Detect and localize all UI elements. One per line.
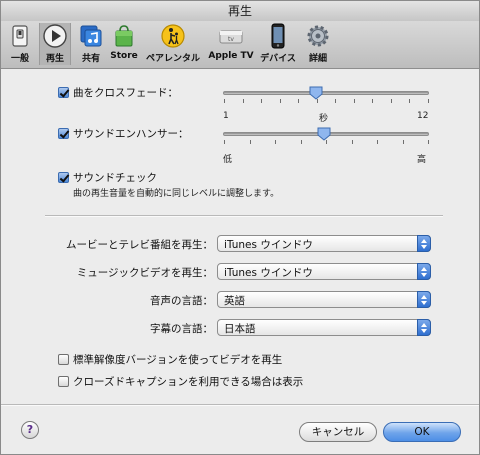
- standard-definition-checkbox[interactable]: [58, 354, 69, 365]
- music-video-value: iTunes ウインドウ: [224, 267, 313, 279]
- store-bag-icon: [115, 25, 133, 47]
- svg-text:tv: tv: [228, 36, 234, 43]
- crossfade-max-label: 12: [417, 111, 429, 121]
- tab-playback[interactable]: 再生: [39, 23, 71, 65]
- audio-language-label: 音声の言語：: [150, 295, 213, 307]
- popup-arrows-icon: [417, 319, 431, 336]
- ok-button[interactable]: OK: [383, 422, 461, 442]
- tab-apple-tv-label: Apple TV: [208, 51, 254, 61]
- popup-arrows-icon: [417, 291, 431, 308]
- device-icon: [271, 23, 285, 49]
- closed-captions-label: クローズドキャプションを利用できる場合は表示: [73, 376, 304, 388]
- tab-general[interactable]: 一般: [5, 23, 35, 65]
- popup-arrows-icon: [417, 263, 431, 280]
- dialog-footer: ? キャンセル OK: [1, 409, 479, 454]
- footer-divider: [1, 404, 479, 406]
- window-title: 再生: [1, 1, 479, 22]
- section-divider: [45, 215, 443, 217]
- gear-icon: [307, 25, 329, 47]
- tab-devices[interactable]: デバイス: [258, 23, 298, 65]
- preferences-toolbar: 一般 再生 共有 Store ペアレンタル tv Apple TV デバイス 詳…: [1, 21, 479, 69]
- sound-check-description: 曲の再生音量を自動的に同じレベルに調整します。: [73, 189, 280, 199]
- crossfade-slider-knob[interactable]: [309, 86, 323, 100]
- movies-tv-value: iTunes ウインドウ: [224, 239, 313, 251]
- sound-enhancer-checkbox[interactable]: [58, 128, 69, 139]
- enhancer-low-label: 低: [223, 155, 233, 165]
- play-icon: [43, 24, 67, 48]
- tab-advanced-label: 詳細: [308, 54, 327, 64]
- music-video-label: ミュージックビデオを再生：: [76, 267, 213, 279]
- crossfade-unit-label: 秒: [319, 114, 329, 124]
- enhancer-high-label: 高: [417, 155, 427, 165]
- tab-sharing-label: 共有: [81, 54, 100, 64]
- preferences-window: 再生 一般 再生 共有 Store ペアレンタル tv Apple TV デバイ…: [0, 0, 480, 455]
- crossfade-label: 曲をクロスフェード：: [73, 87, 178, 99]
- playback-pane: 曲をクロスフェード： 1 秒 12 サウンドエンハンサー： 低 高 サウンドチェ…: [1, 69, 479, 409]
- movies-tv-popup[interactable]: iTunes ウインドウ: [217, 235, 431, 252]
- apple-tv-icon: tv: [219, 30, 243, 44]
- movies-tv-label: ムービーとテレビ番組を再生：: [66, 239, 213, 251]
- parental-icon: [161, 24, 185, 48]
- subtitle-language-value: 日本語: [224, 323, 256, 335]
- tab-store[interactable]: Store: [109, 23, 139, 65]
- popup-arrows-icon: [417, 235, 431, 252]
- standard-definition-label: 標準解像度バージョンを使ってビデオを再生: [73, 354, 283, 366]
- tab-advanced[interactable]: 詳細: [303, 23, 333, 65]
- music-video-popup[interactable]: iTunes ウインドウ: [217, 263, 431, 280]
- tab-store-label: Store: [110, 51, 138, 61]
- tab-sharing[interactable]: 共有: [77, 23, 105, 65]
- audio-language-popup[interactable]: 英語: [217, 291, 431, 308]
- switch-icon: [12, 25, 28, 47]
- cancel-button[interactable]: キャンセル: [299, 422, 377, 442]
- audio-language-value: 英語: [224, 295, 245, 307]
- crossfade-checkbox[interactable]: [58, 87, 69, 98]
- tab-playback-label: 再生: [45, 54, 64, 64]
- sound-enhancer-slider-knob[interactable]: [317, 127, 331, 141]
- closed-captions-checkbox[interactable]: [58, 376, 69, 387]
- sound-enhancer-label: サウンドエンハンサー：: [73, 128, 189, 140]
- subtitle-language-popup[interactable]: 日本語: [217, 319, 431, 336]
- tab-parental[interactable]: ペアレンタル: [141, 23, 205, 65]
- tab-devices-label: デバイス: [260, 54, 296, 64]
- sound-check-label: サウンドチェック: [73, 172, 157, 184]
- tab-parental-label: ペアレンタル: [145, 54, 200, 64]
- crossfade-min-label: 1: [223, 111, 229, 121]
- help-button[interactable]: ?: [21, 421, 39, 439]
- tab-general-label: 一般: [10, 54, 29, 64]
- music-share-icon: [80, 25, 102, 47]
- tab-apple-tv[interactable]: tv Apple TV: [208, 23, 254, 65]
- sound-check-checkbox[interactable]: [58, 172, 69, 183]
- subtitle-language-label: 字幕の言語：: [150, 323, 213, 335]
